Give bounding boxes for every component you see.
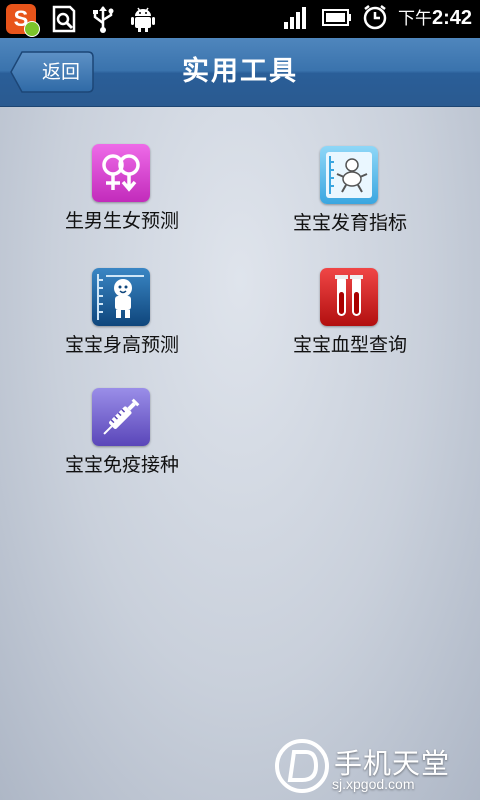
- watermark-url: sj.xpgod.com: [332, 776, 415, 792]
- blood-test-tubes-icon: [320, 268, 378, 326]
- tool-label: 宝宝血型查询: [292, 334, 407, 356]
- signal-icon: [283, 7, 306, 29]
- baby-measurement-icon: [320, 146, 378, 204]
- usb-icon: [93, 6, 114, 33]
- back-button[interactable]: 返回: [10, 51, 94, 93]
- tool-label: 宝宝身高预测: [64, 334, 179, 356]
- tool-gender-prediction[interactable]: 生男生女预测: [22, 144, 222, 244]
- sogou-input-icon: S: [6, 4, 40, 37]
- tool-immunization[interactable]: 宝宝免疫接种: [22, 388, 222, 488]
- tool-label: 宝宝免疫接种: [64, 454, 179, 476]
- battery-icon: [321, 9, 351, 26]
- status-time: 下午2:42: [397, 7, 472, 29]
- tool-label: 生男生女预测: [64, 210, 179, 232]
- height-ruler-icon: [92, 268, 150, 326]
- tool-baby-development[interactable]: 宝宝发育指标: [250, 146, 450, 246]
- title-bar: 返回 实用工具: [0, 38, 480, 107]
- syringe-icon: [92, 388, 150, 446]
- site-watermark: 手机天堂 sj.xpgod.com: [274, 738, 474, 796]
- tool-blood-type[interactable]: 宝宝血型查询: [250, 268, 450, 368]
- tool-height-prediction[interactable]: 宝宝身高预测: [22, 268, 222, 368]
- android-debug-icon: [131, 7, 155, 32]
- gender-symbols-icon: [92, 144, 150, 202]
- status-bar: S 下午2:42: [0, 0, 480, 38]
- sd-card-icon: [52, 5, 76, 33]
- tool-label: 宝宝发育指标: [292, 212, 407, 234]
- watermark-logo-icon: [275, 739, 329, 793]
- back-button-label: 返回: [41, 61, 80, 83]
- alarm-icon: [363, 5, 387, 30]
